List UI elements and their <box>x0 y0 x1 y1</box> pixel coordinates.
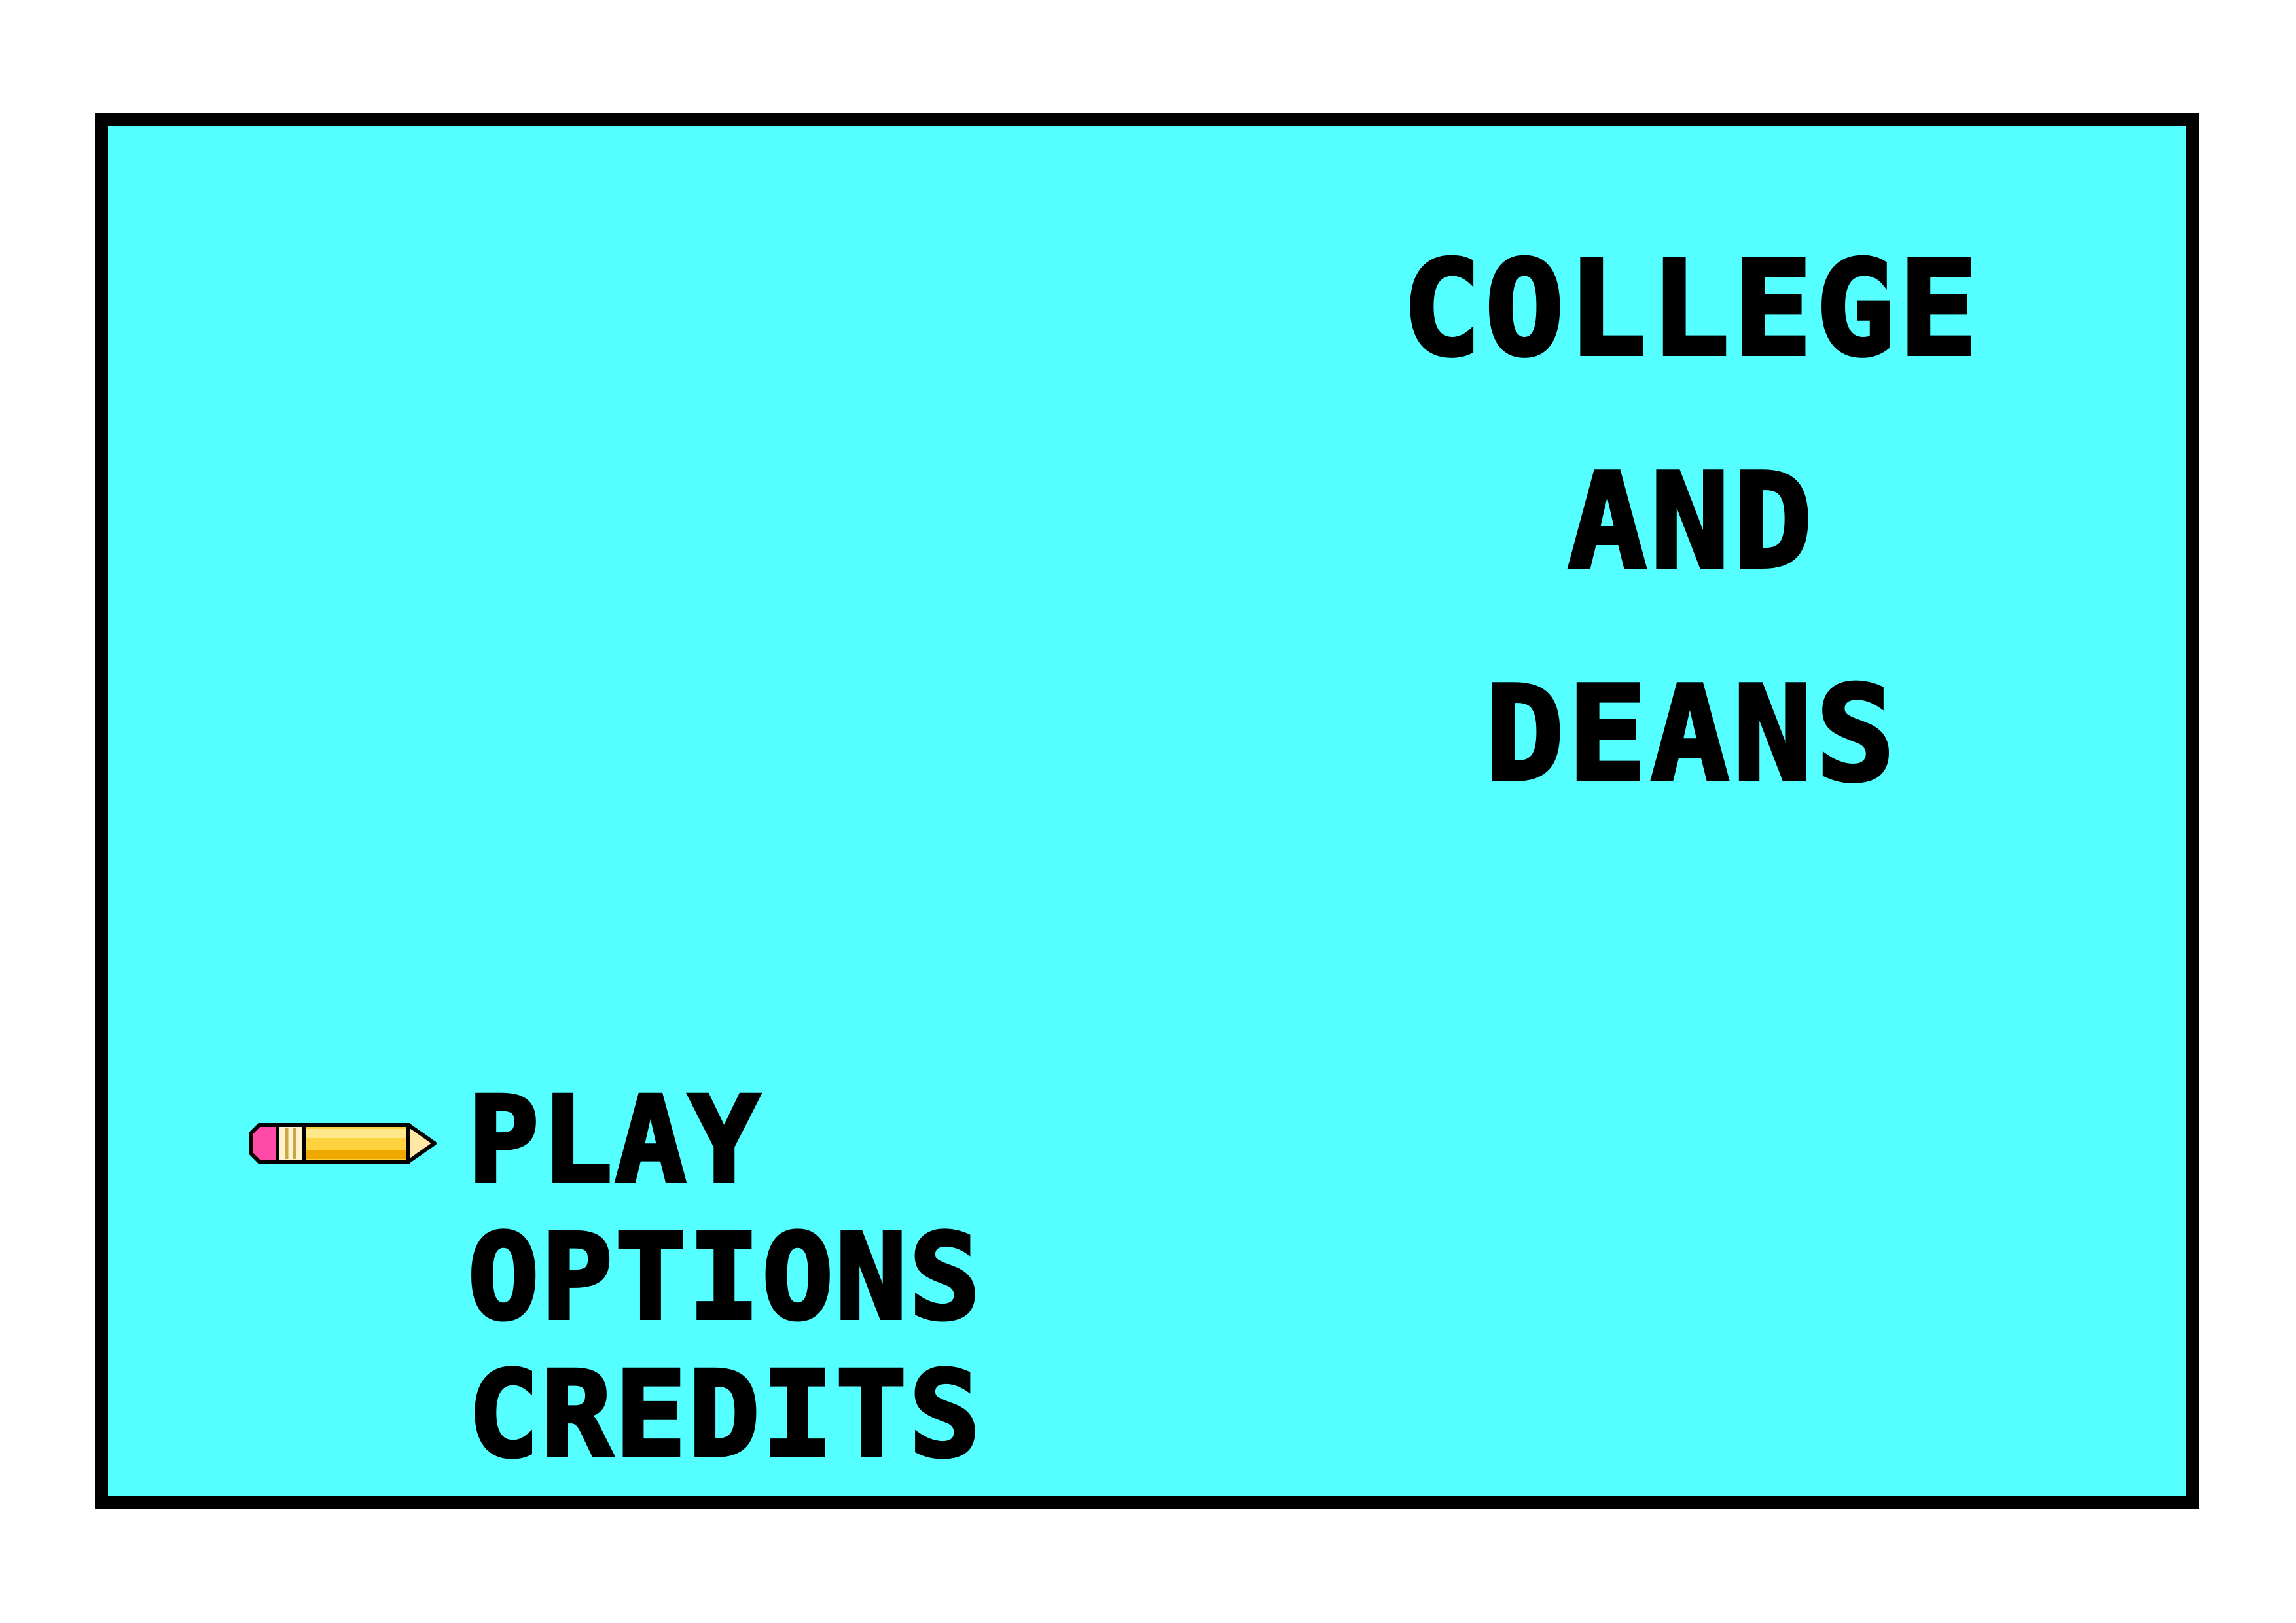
menu-item-play[interactable]: PLAY <box>249 1075 1361 1206</box>
menu-item-credits[interactable]: CREDITS <box>249 1350 1361 1481</box>
pencil-icon <box>249 1123 437 1164</box>
menu-label-play: PLAY <box>466 1072 762 1209</box>
title-line-2: AND <box>1566 446 1816 598</box>
title-screen: COLLEGE AND DEANS PLAY OPTIONS CREDITS <box>95 113 2199 1509</box>
menu-label-options: OPTIONS <box>466 1209 983 1346</box>
menu-item-options[interactable]: OPTIONS <box>249 1213 1361 1344</box>
menu-label-credits: CREDITS <box>466 1347 983 1484</box>
game-title: COLLEGE AND DEANS <box>1273 233 2111 882</box>
title-line-3: DEANS <box>1483 658 1899 811</box>
title-line-1: COLLEGE <box>1401 233 1982 385</box>
main-menu: PLAY OPTIONS CREDITS <box>249 1075 1361 1481</box>
